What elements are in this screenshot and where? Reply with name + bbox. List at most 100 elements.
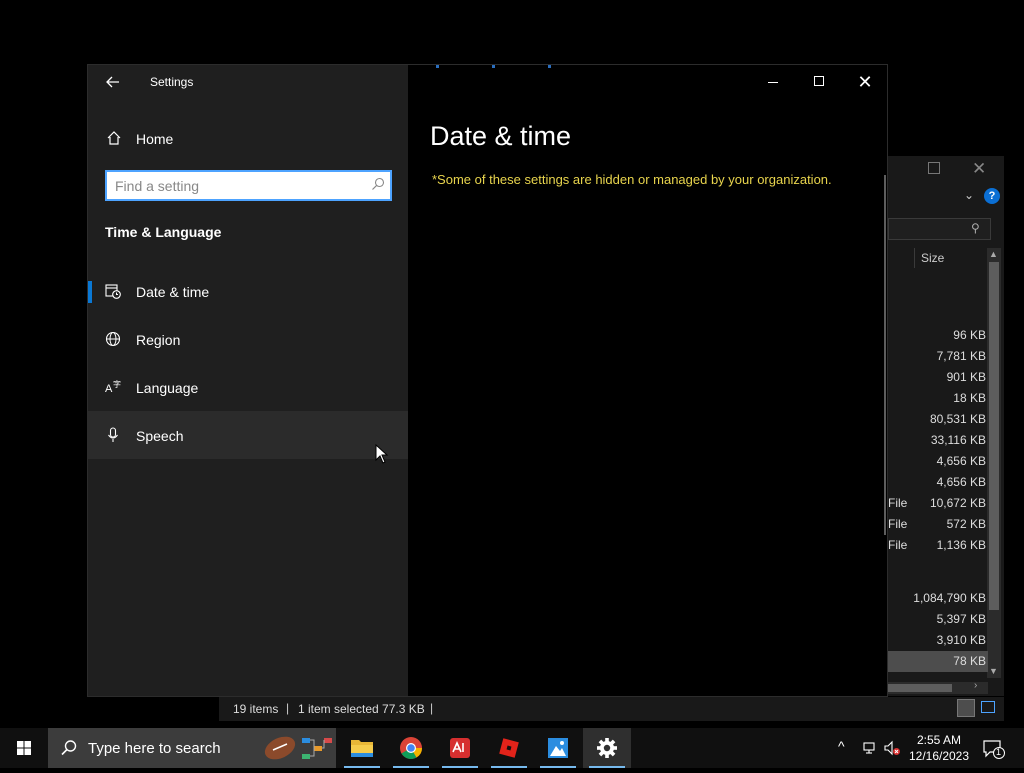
- help-icon[interactable]: ?: [984, 188, 1000, 204]
- show-hidden-icons-chevron-icon[interactable]: ^: [838, 738, 845, 754]
- chrome-icon: [400, 737, 422, 759]
- explorer-search-input[interactable]: ⚲: [888, 218, 991, 240]
- file-size: 901 KB: [946, 370, 986, 384]
- file-type: File: [888, 496, 908, 510]
- search-icon: [61, 740, 77, 756]
- nav-home[interactable]: Home: [88, 121, 408, 157]
- file-row[interactable]: 3,910 KB: [888, 630, 988, 651]
- file-size: 1,136 KB: [936, 538, 986, 552]
- file-row-selected[interactable]: 78 KB: [888, 651, 988, 672]
- large-icons-view-icon[interactable]: [981, 701, 995, 713]
- minimize-button[interactable]: [750, 65, 796, 99]
- taskbar-anydesk[interactable]: [436, 728, 484, 768]
- file-size: 33,116 KB: [930, 433, 986, 447]
- file-size: 78 KB: [953, 654, 986, 668]
- maximize-icon[interactable]: [928, 162, 940, 174]
- home-label: Home: [136, 131, 174, 147]
- loading-dot: [492, 65, 495, 68]
- selected-indicator: [88, 281, 92, 303]
- file-explorer-window[interactable]: ✕ ⌄ ? ⚲ Size ▲ ▼ › 96 KB 7,781 KB 901 KB…: [888, 156, 1004, 696]
- roblox-icon: [499, 738, 519, 758]
- svg-text:字: 字: [113, 379, 121, 389]
- clock-time: 2:55 AM: [916, 733, 962, 747]
- file-row[interactable]: 4,656 KB: [888, 451, 988, 472]
- file-row[interactable]: 33,116 KB: [888, 430, 988, 451]
- sidebar-item-label: Region: [136, 332, 181, 348]
- taskbar-settings[interactable]: [583, 728, 631, 768]
- file-row[interactable]: 96 KB: [888, 325, 988, 346]
- search-highlight-football-icon: [264, 736, 332, 760]
- sidebar-item-label: Date & time: [136, 284, 210, 300]
- action-center-button[interactable]: 1: [982, 738, 1006, 760]
- file-row[interactable]: 80,531 KB: [888, 409, 988, 430]
- vertical-scroll-thumb[interactable]: [989, 262, 999, 610]
- file-size: 3,910 KB: [936, 633, 986, 647]
- maximize-button[interactable]: [796, 65, 842, 99]
- file-type: File: [888, 538, 908, 552]
- network-icon[interactable]: [862, 740, 878, 756]
- scroll-right-icon[interactable]: ›: [974, 680, 977, 691]
- taskbar-chrome[interactable]: [387, 728, 435, 768]
- close-button[interactable]: ✕: [842, 65, 888, 99]
- language-icon: A字: [105, 379, 121, 395]
- home-icon: [107, 131, 121, 145]
- settings-window[interactable]: Home Time & Language Date & time Region …: [87, 64, 888, 697]
- anydesk-icon: [450, 738, 470, 758]
- file-row[interactable]: 7,781 KB: [888, 346, 988, 367]
- file-type: File: [888, 517, 908, 531]
- taskbar-file-explorer[interactable]: [338, 728, 386, 768]
- status-separator: |: [430, 701, 434, 715]
- file-size: 1,084,790 KB: [913, 591, 986, 605]
- close-icon[interactable]: ✕: [972, 159, 986, 179]
- file-row[interactable]: 18 KB: [888, 388, 988, 409]
- taskbar-search-box[interactable]: Type here to search: [48, 728, 336, 768]
- back-button[interactable]: [102, 71, 124, 93]
- details-view-icon[interactable]: [957, 699, 975, 717]
- file-row[interactable]: 5,397 KB: [888, 609, 988, 630]
- taskbar-paint[interactable]: [534, 728, 582, 768]
- microphone-icon: [108, 427, 118, 442]
- chevron-down-icon[interactable]: ⌄: [964, 188, 974, 202]
- system-clock[interactable]: 2:55 AM 12/16/2023: [906, 732, 972, 764]
- horizontal-scroll-thumb[interactable]: [888, 684, 952, 692]
- file-size: 4,656 KB: [936, 454, 986, 468]
- taskbar-search-placeholder: Type here to search: [88, 740, 221, 757]
- taskbar: Type here to search ^ 2:55 AM 12/16/2023…: [0, 728, 1024, 768]
- settings-gear-icon: [597, 738, 617, 758]
- file-size: 10,672 KB: [929, 496, 986, 510]
- sidebar-item-speech[interactable]: Speech: [88, 411, 408, 459]
- sidebar-item-region[interactable]: Region: [88, 315, 408, 363]
- scroll-up-icon[interactable]: ▲: [989, 249, 998, 259]
- close-icon: ✕: [857, 72, 873, 92]
- loading-dot: [436, 65, 439, 68]
- file-explorer-icon: [351, 740, 373, 757]
- scroll-down-icon[interactable]: ▼: [989, 666, 998, 676]
- sidebar-item-language[interactable]: A字 Language: [88, 363, 408, 411]
- svg-text:A: A: [105, 383, 113, 395]
- content-scrollbar[interactable]: [884, 175, 886, 535]
- loading-dots: [436, 65, 556, 69]
- sidebar-item-date-time[interactable]: Date & time: [88, 267, 408, 315]
- status-item-count: 19 items: [233, 702, 279, 716]
- window-title: Settings: [150, 75, 194, 89]
- explorer-status-bar: 19 items | 1 item selected 77.3 KB |: [219, 697, 1004, 721]
- file-size: 18 KB: [953, 391, 986, 405]
- file-row[interactable]: File 10,672 KB: [888, 493, 988, 514]
- file-row[interactable]: 1,084,790 KB: [888, 588, 988, 609]
- column-header-size[interactable]: Size: [914, 248, 986, 268]
- file-size: 5,397 KB: [936, 612, 986, 626]
- file-row[interactable]: 4,656 KB: [888, 472, 988, 493]
- file-row[interactable]: 901 KB: [888, 367, 988, 388]
- start-button[interactable]: [0, 728, 48, 768]
- taskbar-roblox[interactable]: [485, 728, 533, 768]
- status-selection: 1 item selected 77.3 KB: [298, 702, 425, 716]
- find-setting-input[interactable]: [115, 176, 355, 196]
- search-icon: ⚲: [971, 221, 980, 235]
- date-time-icon: [105, 284, 121, 299]
- search-icon[interactable]: [371, 177, 385, 191]
- volume-muted-icon[interactable]: [884, 740, 900, 756]
- file-row[interactable]: File 1,136 KB: [888, 535, 988, 556]
- file-size: 80,531 KB: [929, 412, 986, 426]
- find-setting-search[interactable]: [105, 170, 392, 201]
- file-row[interactable]: File 572 KB: [888, 514, 988, 535]
